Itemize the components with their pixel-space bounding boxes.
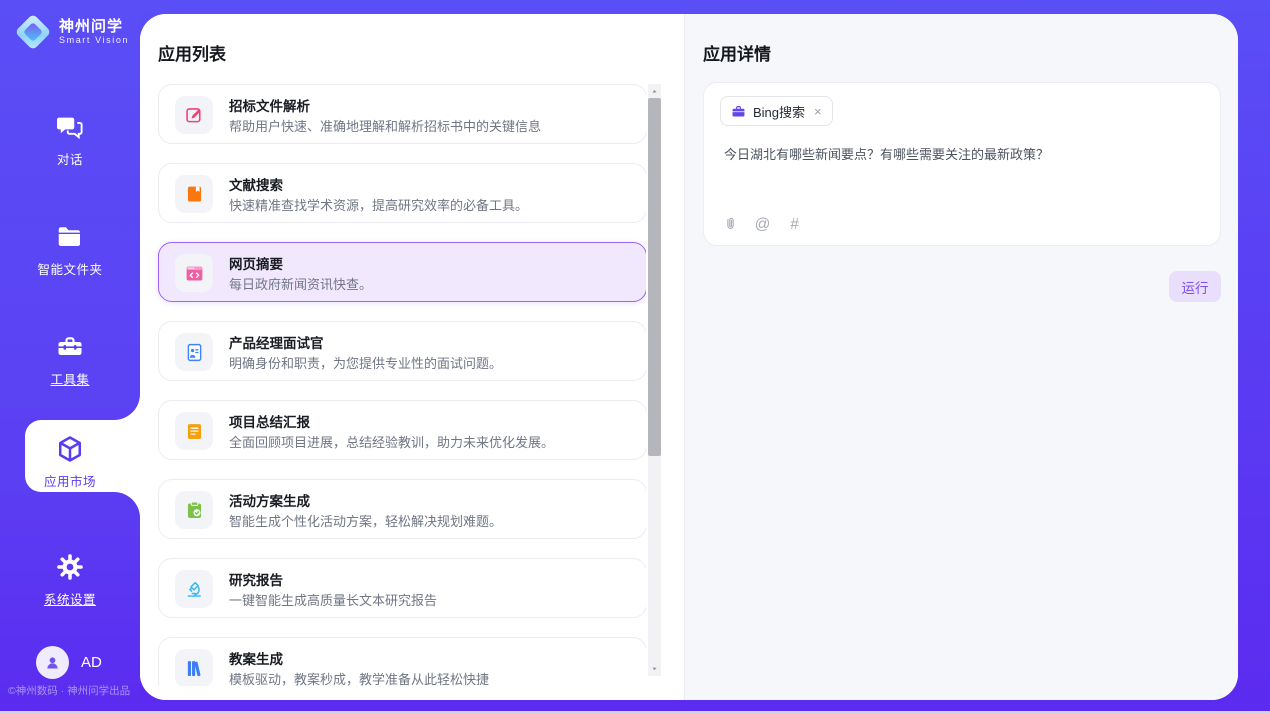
tool-tag[interactable]: Bing搜索 ×: [720, 96, 833, 126]
sidebar-item-label: 对话: [57, 149, 83, 168]
app-cards: 招标文件解析 帮助用户快速、准确地理解和解析招标书中的关键信息 文献搜索 快速精…: [158, 84, 646, 686]
app-card-desc: 明确身份和职责，为您提供专业性的面试问题。: [229, 353, 502, 372]
chat-icon: [55, 112, 85, 142]
app-card-desc: 每日政府新闻资讯快查。: [229, 274, 372, 293]
app-card[interactable]: 教案生成 模板驱动，教案秒成，教学准备从此轻松快捷: [158, 637, 646, 686]
sidebar-item-market[interactable]: 应用市场: [0, 430, 140, 540]
app-card[interactable]: 招标文件解析 帮助用户快速、准确地理解和解析招标书中的关键信息: [158, 84, 646, 144]
microscope-icon: [175, 570, 213, 608]
browser-code-icon: [175, 254, 213, 292]
app-list-panel: 应用列表 招标文件解析 帮助用户快速、准确地理解和解析招标书中的关键信息 文献搜…: [140, 14, 684, 700]
app-card-title: 网页摘要: [229, 253, 283, 273]
app-detail-panel: 应用详情 Bing搜索 × 今日湖北有哪些新闻要点？有哪些需要关注的最新政策？ …: [684, 14, 1238, 700]
app-card[interactable]: 产品经理面试官 明确身份和职责，为您提供专业性的面试问题。: [158, 321, 646, 381]
book-icon: [175, 175, 213, 213]
hash-icon[interactable]: #: [786, 216, 803, 233]
scroll-up-icon[interactable]: [648, 86, 661, 97]
brand-name: 神州问学: [59, 18, 129, 35]
app-card-title: 教案生成: [229, 648, 283, 668]
briefcase-icon: [731, 104, 746, 119]
person-icon: [43, 653, 62, 672]
app-card-desc: 模板驱动，教案秒成，教学准备从此轻松快捷: [229, 669, 489, 686]
sidebar: 神州问学 Smart Vision 对话 智能文件夹 工具集 应用市场 系统设置: [0, 0, 140, 714]
cube-icon: [55, 434, 85, 464]
avatar: [36, 646, 69, 679]
report-icon: [175, 412, 213, 450]
app-card-title: 活动方案生成: [229, 490, 310, 510]
gear-icon: [55, 552, 85, 582]
app-card[interactable]: 文献搜索 快速精准查找学术资源，提高研究效率的必备工具。: [158, 163, 646, 223]
app-card[interactable]: 研究报告 一键智能生成高质量长文本研究报告: [158, 558, 646, 618]
app-detail-title: 应用详情: [703, 40, 771, 65]
main-content: 应用列表 招标文件解析 帮助用户快速、准确地理解和解析招标书中的关键信息 文献搜…: [140, 14, 1238, 700]
folder-icon: [55, 222, 85, 252]
list-scrollbar[interactable]: [648, 84, 661, 676]
app-card-desc: 一键智能生成高质量长文本研究报告: [229, 590, 437, 609]
paperclip-icon[interactable]: [722, 216, 739, 233]
tool-tag-label: Bing搜索: [753, 102, 805, 121]
sidebar-item-label: 系统设置: [44, 589, 96, 608]
scrollbar-thumb[interactable]: [648, 98, 661, 456]
sidebar-item-label: 工具集: [50, 369, 89, 388]
app-card[interactable]: 项目总结汇报 全面回顾项目进展，总结经验教训，助力未来优化发展。: [158, 400, 646, 460]
app-card[interactable]: 网页摘要 每日政府新闻资讯快查。: [158, 242, 646, 302]
run-button[interactable]: 运行: [1169, 271, 1221, 302]
brand-tagline: Smart Vision: [59, 35, 129, 46]
app-card-title: 项目总结汇报: [229, 411, 310, 431]
at-icon[interactable]: @: [754, 216, 771, 233]
toolbox-icon: [55, 332, 85, 362]
app-card-title: 文献搜索: [229, 174, 283, 194]
brand-logo: 神州问学 Smart Vision: [14, 13, 129, 51]
books-icon: [175, 649, 213, 686]
diamond-logo-icon: [14, 13, 52, 51]
sidebar-item-settings[interactable]: 系统设置: [0, 540, 140, 650]
resume-icon: [175, 333, 213, 371]
copyright-text: ©神州数码 · 神州问学出品: [8, 683, 140, 698]
sidebar-nav: 对话 智能文件夹 工具集 应用市场 系统设置: [0, 100, 140, 650]
sidebar-item-label: 智能文件夹: [37, 259, 102, 278]
composer-toolbar: @#: [722, 216, 803, 233]
clipboard-check-icon: [175, 491, 213, 529]
app-list-viewport: 招标文件解析 帮助用户快速、准确地理解和解析招标书中的关键信息 文献搜索 快速精…: [140, 84, 646, 686]
sidebar-item-folders[interactable]: 智能文件夹: [0, 210, 140, 320]
app-card-title: 研究报告: [229, 569, 283, 589]
app-card-desc: 智能生成个性化活动方案，轻松解决规划难题。: [229, 511, 502, 530]
close-icon[interactable]: ×: [814, 105, 822, 118]
doc-edit-icon: [175, 96, 213, 134]
user-row[interactable]: AD: [36, 646, 102, 679]
composer-card: Bing搜索 × 今日湖北有哪些新闻要点？有哪些需要关注的最新政策？ @#: [703, 82, 1221, 246]
app-card-title: 招标文件解析: [229, 95, 310, 115]
scroll-down-icon[interactable]: [648, 663, 661, 674]
user-initials: AD: [81, 654, 102, 671]
sidebar-item-label: 应用市场: [44, 471, 96, 490]
sidebar-item-chat[interactable]: 对话: [0, 100, 140, 210]
prompt-text[interactable]: 今日湖北有哪些新闻要点？有哪些需要关注的最新政策？: [724, 145, 1200, 164]
sidebar-item-tools[interactable]: 工具集: [0, 320, 140, 430]
app-card-title: 产品经理面试官: [229, 332, 324, 352]
app-card[interactable]: 活动方案生成 智能生成个性化活动方案，轻松解决规划难题。: [158, 479, 646, 539]
app-card-desc: 快速精准查找学术资源，提高研究效率的必备工具。: [229, 195, 528, 214]
app-card-desc: 帮助用户快速、准确地理解和解析招标书中的关键信息: [229, 116, 541, 135]
app-card-desc: 全面回顾项目进展，总结经验教训，助力未来优化发展。: [229, 432, 554, 451]
app-list-title: 应用列表: [158, 40, 226, 65]
